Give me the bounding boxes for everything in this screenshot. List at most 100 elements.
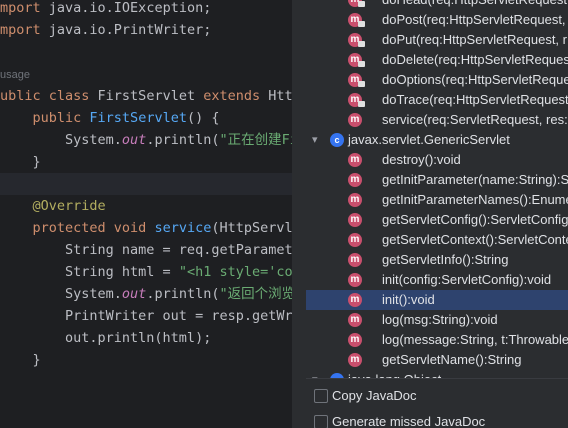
code-line: System.out.println("正在创建Firs: [0, 129, 292, 151]
code-token: ublic class: [0, 88, 98, 104]
protected-lock-icon: [358, 21, 365, 27]
chevron-down-icon[interactable]: ▾: [312, 130, 318, 150]
generate-missed-javadoc-checkbox[interactable]: [314, 415, 328, 428]
code-token: java.io.IOException;: [48, 0, 212, 16]
code-token: .println(: [146, 286, 220, 302]
code-token: out.println(html);: [0, 330, 212, 346]
method-row[interactable]: m doTrace(req:HttpServletRequest: [306, 90, 568, 110]
code-token: }: [0, 352, 41, 368]
method-row[interactable]: m log(msg:String):void: [306, 310, 568, 330]
code-token: out: [121, 132, 147, 148]
code-token: String html =: [0, 264, 179, 280]
method-icon: m: [348, 333, 362, 347]
method-row-selected[interactable]: m init():void: [306, 290, 568, 310]
code-token: extends: [203, 88, 269, 104]
method-signature: init(config:ServletConfig):void: [382, 272, 552, 287]
method-signature: log(message:String, t:Throwable: [382, 332, 568, 347]
method-row[interactable]: m destroy():void: [306, 150, 568, 170]
code-token: @Override: [32, 198, 106, 214]
code-line: @Override: [0, 195, 106, 217]
usage-hint[interactable]: usage: [0, 63, 30, 85]
code-editor[interactable]: mport java.io.IOException; mport java.io.…: [0, 0, 292, 428]
code-token: public: [32, 110, 90, 126]
code-token: System.: [0, 286, 122, 302]
method-row[interactable]: m init(config:ServletConfig):void: [306, 270, 568, 290]
code-token: System.: [0, 132, 122, 148]
method-signature: doDelete(req:HttpServletReques: [382, 52, 568, 67]
method-row[interactable]: m log(message:String, t:Throwable: [306, 330, 568, 350]
method-signature: doHead(req:HttpServletRequest: [382, 0, 567, 10]
method-row[interactable]: m getInitParameter(name:String):St: [306, 170, 568, 190]
code-token: out: [121, 286, 147, 302]
code-line: String name = req.getParameter: [0, 239, 292, 261]
method-icon: m: [348, 293, 362, 307]
code-token: java.io.PrintWriter;: [48, 22, 212, 38]
method-row[interactable]: m doPut(req:HttpServletRequest, r: [306, 30, 568, 50]
method-signature: getServletName():String: [382, 352, 522, 367]
override-methods-popup: mdoHead(req:HttpServletRequestmdoPost(re…: [306, 0, 568, 428]
method-icon: m: [348, 353, 362, 367]
method-signature: doOptions(req:HttpServletReque: [382, 72, 568, 87]
method-icon: m: [348, 313, 362, 327]
generate-missed-javadoc-label[interactable]: Generate missed JavaDoc: [332, 414, 485, 428]
method-signature: doPut(req:HttpServletRequest, r: [382, 32, 567, 47]
code-line: public FirstServlet() {: [0, 107, 220, 129]
copy-javadoc-checkbox[interactable]: [314, 389, 328, 403]
method-row[interactable]: m service(req:ServletRequest, res:S: [306, 110, 568, 130]
code-token: "正在创建Firs: [219, 132, 292, 148]
code-token: service: [154, 220, 212, 236]
code-line: mport java.io.PrintWriter;: [0, 19, 211, 41]
code-token: .println(: [146, 132, 220, 148]
code-token: String name = req.getParameter: [0, 242, 292, 258]
method-icon: m: [348, 233, 362, 247]
method-icon: m: [348, 113, 362, 127]
class-group-row[interactable]: ▾ c javax.servlet.GenericServlet: [306, 130, 568, 150]
code-line: out.println(html);: [0, 327, 211, 349]
method-icon: m: [348, 253, 362, 267]
method-row[interactable]: m doDelete(req:HttpServletReques: [306, 50, 568, 70]
copy-javadoc-label[interactable]: Copy JavaDoc: [332, 388, 417, 403]
code-token: () {: [186, 110, 220, 126]
code-token: FirstServlet: [89, 110, 187, 126]
method-tree[interactable]: mdoHead(req:HttpServletRequestmdoPost(re…: [306, 0, 568, 378]
usage-hint-text[interactable]: usage: [0, 69, 30, 81]
method-signature: destroy():void: [382, 152, 461, 167]
method-row[interactable]: m getServletConfig():ServletConfig: [306, 210, 568, 230]
code-line: }: [0, 151, 41, 173]
code-token: mport: [0, 22, 49, 38]
code-token: (HttpServlet: [211, 220, 292, 236]
chevron-down-icon[interactable]: ▾: [312, 370, 318, 378]
method-icon: m: [348, 153, 362, 167]
protected-lock-icon: [358, 1, 365, 7]
method-signature: getServletInfo():String: [382, 252, 509, 267]
method-signature: log(msg:String):void: [382, 312, 498, 327]
method-icon: m: [348, 273, 362, 287]
method-row[interactable]: m getServletInfo():String: [306, 250, 568, 270]
code-token: "返回个浏览器: [219, 286, 292, 302]
code-token: FirstServlet: [97, 88, 204, 104]
method-row[interactable]: m doPost(req:HttpServletRequest,: [306, 10, 568, 30]
method-icon: m: [348, 173, 362, 187]
method-signature: getInitParameterNames():Enume: [382, 192, 568, 207]
method-signature: service(req:ServletRequest, res:S: [382, 112, 568, 127]
code-line: mport java.io.IOException;: [0, 0, 211, 19]
code-line: protected void service(HttpServlet: [0, 217, 292, 239]
protected-lock-icon: [358, 81, 365, 87]
popup-options: Copy JavaDoc Generate missed JavaDoc: [306, 378, 568, 428]
editor-popup-divider: [292, 0, 306, 428]
method-row[interactable]: m getInitParameterNames():Enume: [306, 190, 568, 210]
code-token: }: [0, 154, 41, 170]
method-row[interactable]: m getServletName():String: [306, 350, 568, 370]
code-token: Http: [268, 88, 292, 104]
method-signature: getServletConfig():ServletConfig: [382, 212, 568, 227]
code-line: }: [0, 349, 41, 371]
method-row[interactable]: m getServletContext():ServletConte: [306, 230, 568, 250]
class-group-row[interactable]: ▾cjava.lang.Object: [306, 370, 568, 378]
code-line: System.out.println("返回个浏览器: [0, 283, 292, 305]
method-row[interactable]: mdoHead(req:HttpServletRequest: [306, 0, 568, 10]
method-row[interactable]: m doOptions(req:HttpServletReque: [306, 70, 568, 90]
protected-lock-icon: [358, 101, 365, 107]
